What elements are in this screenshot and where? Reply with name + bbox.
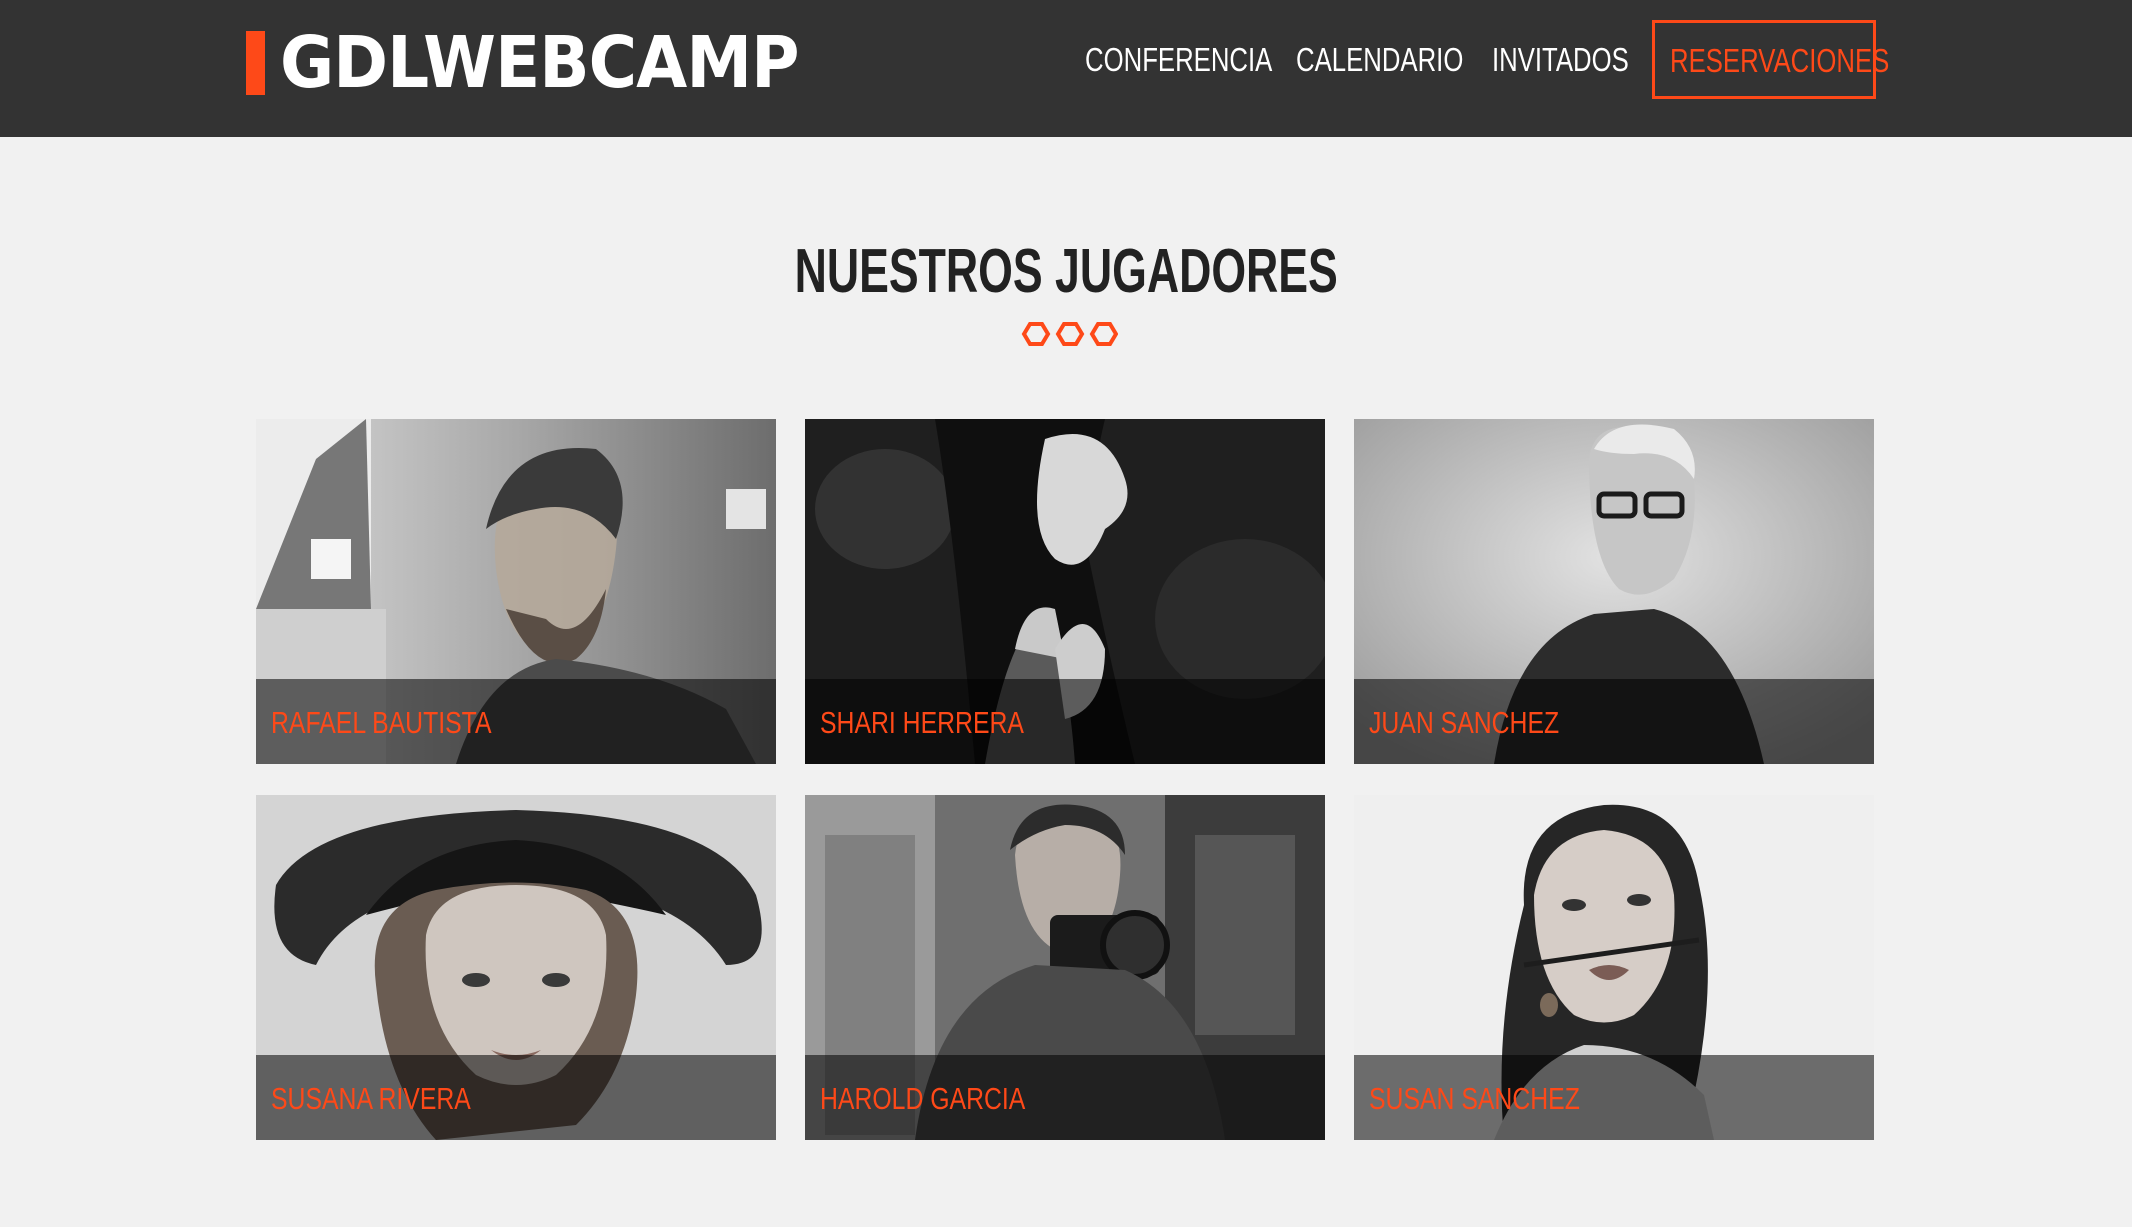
speaker-card[interactable]: SUSAN SANCHEZ <box>1354 795 1874 1140</box>
speaker-card[interactable]: SUSANA RIVERA <box>256 795 776 1140</box>
speaker-caption: SUSANA RIVERA <box>256 1055 776 1140</box>
site-logo[interactable]: GDLWEBCAMP <box>280 18 800 108</box>
speaker-name: SHARI HERRERA <box>820 705 1024 740</box>
nav-item-conferencia[interactable]: CONFERENCIA <box>1085 36 1272 84</box>
hexagon-divider <box>1021 322 1118 346</box>
speaker-card[interactable]: HAROLD GARCIA <box>805 795 1325 1140</box>
speaker-caption: HAROLD GARCIA <box>805 1055 1325 1140</box>
section-title: NUESTROS JUGADORES <box>0 232 2132 312</box>
speaker-name: SUSAN SANCHEZ <box>1369 1081 1580 1116</box>
hexagon-icon <box>1021 322 1051 346</box>
hexagon-icon <box>1055 322 1085 346</box>
section-title-text: NUESTROS JUGADORES <box>794 237 1338 306</box>
logo-accent-bar <box>246 31 265 95</box>
speaker-card[interactable]: RAFAEL BAUTISTA <box>256 419 776 764</box>
nav-item-invitados[interactable]: INVITADOS <box>1492 36 1629 84</box>
hexagon-icon <box>1089 322 1118 346</box>
speaker-caption: JUAN SANCHEZ <box>1354 679 1874 764</box>
speaker-name: SUSANA RIVERA <box>271 1081 471 1116</box>
nav-reservaciones-button[interactable]: RESERVACIONES <box>1652 20 1889 99</box>
speaker-caption: SHARI HERRERA <box>805 679 1325 764</box>
speaker-name: HAROLD GARCIA <box>820 1081 1026 1116</box>
site-header: GDLWEBCAMP CONFERENCIA CALENDARIO INVITA… <box>0 0 2132 137</box>
nav-item-calendario[interactable]: CALENDARIO <box>1296 36 1463 84</box>
nav-reservaciones-label: RESERVACIONES <box>1670 42 1890 79</box>
speaker-caption: SUSAN SANCHEZ <box>1354 1055 1874 1140</box>
speaker-caption: RAFAEL BAUTISTA <box>256 679 776 764</box>
speaker-name: JUAN SANCHEZ <box>1369 705 1560 740</box>
speaker-card[interactable]: JUAN SANCHEZ <box>1354 419 1874 764</box>
speaker-name: RAFAEL BAUTISTA <box>271 705 492 740</box>
speaker-card[interactable]: SHARI HERRERA <box>805 419 1325 764</box>
